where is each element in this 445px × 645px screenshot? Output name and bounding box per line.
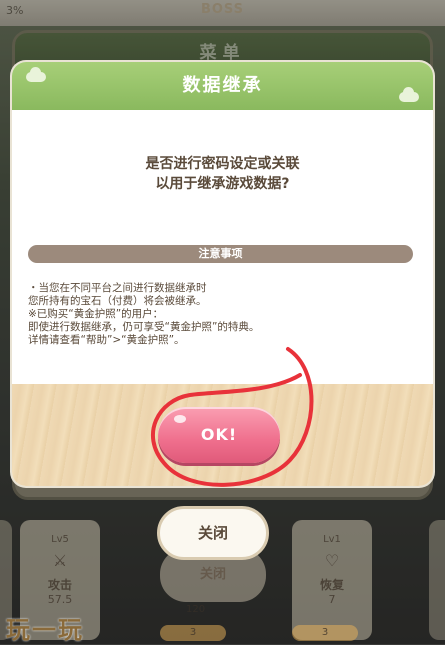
close-button[interactable]: 关闭 — [157, 506, 269, 560]
note-line: 您所持有的宝石（付费）将会被继承。 — [28, 295, 207, 307]
card-value: 7 — [328, 593, 336, 606]
cloud-icon — [26, 67, 46, 82]
heal-upgrade-card: Lv1 ♡ 恢复 7 — [292, 520, 372, 640]
card-level: Lv1 — [323, 534, 341, 545]
cloud-icon — [399, 87, 419, 102]
cost-pill: 3 — [160, 625, 226, 641]
cost-value: 3 — [321, 627, 329, 638]
cost-value: 3 — [189, 627, 197, 638]
notice-notes: ・当您在不同平台之间进行数据继承时 您所持有的宝石（付费）将会被继承。 ※已购买… — [28, 282, 417, 347]
note-line: 详情请查看“帮助”>“黄金护照”。 — [28, 334, 185, 346]
dialog-title: 数据继承 — [182, 75, 263, 96]
card-value: 57.5 — [47, 593, 73, 606]
data-transfer-dialog: 数据继承 是否进行密码设定或关联 以用于继承游戏数据? 注意事项 ・当您在不同平… — [12, 62, 433, 486]
question-line: 是否进行密码设定或关联 — [145, 156, 300, 172]
ok-button[interactable]: OK! — [158, 407, 280, 463]
question-line: 以用于继承游戏数据? — [155, 176, 290, 192]
note-line: 即使进行数据继承，仍可享受“黄金护照”的特典。 — [28, 321, 260, 333]
bottom-mid-value: 120 — [186, 604, 206, 615]
card-name: 攻击 — [47, 578, 72, 592]
notice-title-bar: 注意事项 — [28, 245, 413, 263]
card-edge-right — [429, 520, 445, 640]
note-line: ・当您在不同平台之间进行数据继承时 — [28, 282, 207, 294]
dialog-question: 是否进行密码设定或关联 以用于继承游戏数据? — [12, 154, 433, 194]
sword-icon: ⚔ — [52, 551, 68, 570]
card-level: Lv5 — [51, 534, 69, 545]
note-line: ※已购买“黄金护照”的用户： — [28, 308, 164, 320]
heart-plus-icon: ♡ — [324, 551, 340, 570]
cost-pill: 3 — [292, 625, 358, 641]
glint-decoration — [174, 415, 186, 423]
dialog-header: 数据继承 — [12, 62, 433, 110]
card-name: 恢复 — [319, 578, 344, 592]
ok-button-label: OK! — [200, 425, 238, 444]
site-watermark: 玩一玩 — [6, 616, 84, 644]
